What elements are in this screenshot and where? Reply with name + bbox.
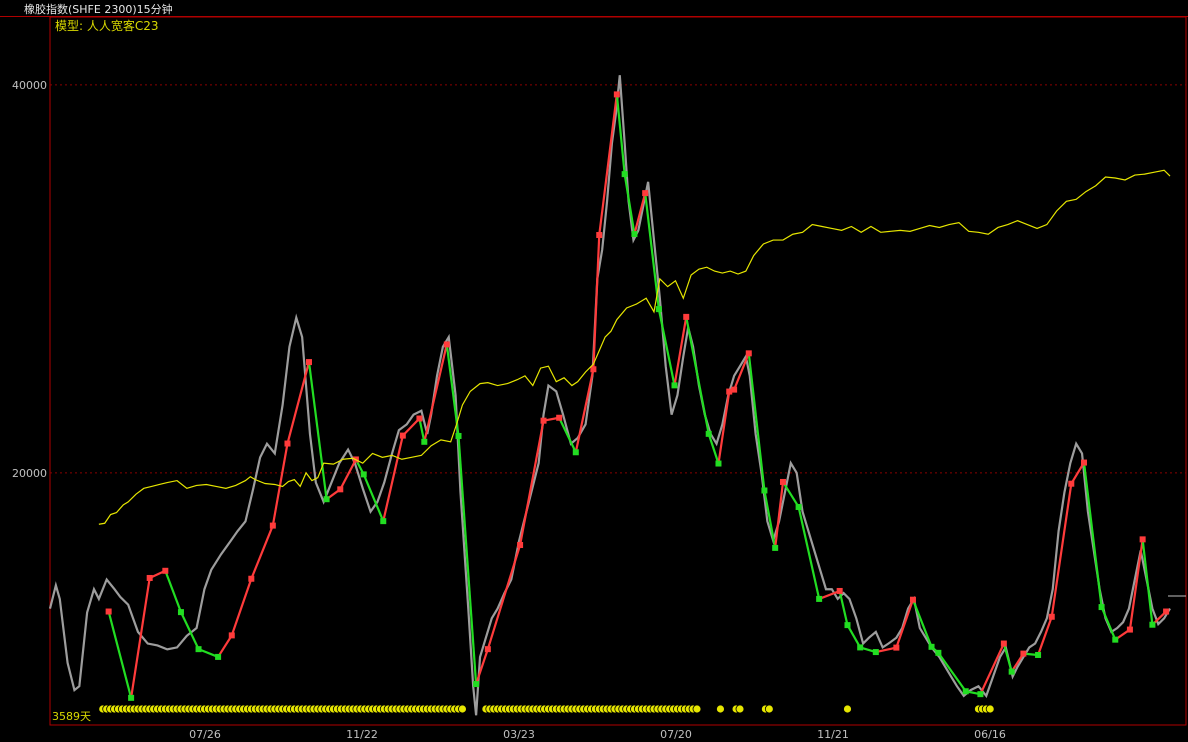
trade-marker bbox=[857, 644, 864, 651]
trade-marker bbox=[621, 171, 628, 178]
trade-marker bbox=[556, 414, 563, 421]
trade-marker bbox=[613, 91, 620, 98]
trade-marker bbox=[1112, 636, 1119, 643]
trade-marker bbox=[1048, 613, 1055, 620]
trade-marker bbox=[540, 417, 547, 424]
trade-marker bbox=[215, 653, 222, 660]
trade-marker bbox=[416, 415, 423, 422]
trade-marker bbox=[421, 438, 428, 445]
trade-marker bbox=[162, 567, 169, 574]
trade-marker bbox=[399, 432, 406, 439]
trade-marker bbox=[128, 694, 135, 701]
trade-marker bbox=[893, 644, 900, 651]
trade-marker bbox=[305, 359, 312, 366]
x-axis: 07/26 11/22 03/23 07/20 11/21 06/16 bbox=[189, 728, 1006, 741]
trade-marker bbox=[1068, 480, 1075, 487]
signal-marker bbox=[692, 704, 702, 714]
trade-marker bbox=[248, 575, 255, 582]
signal-marker bbox=[735, 704, 745, 714]
trade-marker bbox=[836, 587, 843, 594]
trade-marker bbox=[761, 487, 768, 494]
trade-marker bbox=[1139, 536, 1146, 543]
trade-marker bbox=[928, 643, 935, 650]
trade-marker bbox=[779, 478, 786, 485]
trade-marker bbox=[1008, 668, 1015, 675]
trade-marker bbox=[177, 609, 184, 616]
trade-marker bbox=[1020, 650, 1027, 657]
trade-marker bbox=[228, 632, 235, 639]
trade-marker bbox=[705, 430, 712, 437]
x-tick-label: 06/16 bbox=[974, 728, 1006, 741]
trade-marker bbox=[909, 596, 916, 603]
trade-marker bbox=[269, 522, 276, 529]
trade-marker bbox=[715, 460, 722, 467]
trade-marker bbox=[380, 518, 387, 525]
trade-marker bbox=[935, 649, 942, 656]
price-chart[interactable]: 20000 40000 07/26 11/22 03/23 07/20 11/21 06/1… bbox=[0, 0, 1188, 742]
trade-marker bbox=[105, 608, 112, 615]
x-tick-label: 03/23 bbox=[503, 728, 535, 741]
trade-marker bbox=[517, 541, 524, 548]
trade-marker bbox=[146, 574, 153, 581]
bar-count-label: 3589天 bbox=[52, 710, 91, 723]
trade-marker bbox=[745, 350, 752, 357]
signal-marker bbox=[716, 704, 725, 714]
trade-marker bbox=[671, 382, 678, 389]
trade-marker bbox=[872, 649, 879, 656]
trade-marker bbox=[772, 544, 779, 551]
plot-area bbox=[49, 16, 1187, 726]
trade-marker bbox=[1126, 626, 1133, 633]
trade-marker bbox=[572, 449, 579, 456]
trade-marker bbox=[962, 688, 969, 695]
trade-marker bbox=[455, 432, 462, 439]
y-tick-label: 20000 bbox=[12, 467, 47, 480]
trade-marker bbox=[731, 386, 738, 393]
trade-marker bbox=[1000, 640, 1007, 647]
x-tick-label: 07/26 bbox=[189, 728, 221, 741]
trade-marker bbox=[631, 231, 638, 238]
trade-marker bbox=[590, 366, 597, 373]
trade-marker bbox=[1098, 604, 1105, 611]
trade-marker bbox=[195, 646, 202, 653]
trade-marker bbox=[473, 681, 480, 688]
signal-marker bbox=[843, 704, 852, 714]
model-label: 模型: 人人宽客C23 bbox=[55, 18, 159, 33]
trade-marker bbox=[1035, 651, 1042, 658]
trade-marker bbox=[795, 503, 802, 510]
trade-marker bbox=[977, 691, 984, 698]
signal-marker bbox=[985, 704, 995, 714]
trade-marker bbox=[360, 471, 367, 478]
trade-marker bbox=[642, 190, 649, 197]
trade-marker bbox=[1080, 459, 1087, 466]
signal-marker bbox=[458, 704, 467, 714]
trade-marker bbox=[1149, 621, 1156, 628]
trade-marker bbox=[484, 646, 491, 653]
trade-marker bbox=[655, 306, 662, 313]
trade-marker bbox=[596, 232, 603, 239]
trade-marker bbox=[816, 595, 823, 602]
signal-marker bbox=[764, 704, 774, 714]
trade-marker bbox=[284, 440, 291, 447]
y-tick-label: 40000 bbox=[12, 79, 47, 92]
trade-marker bbox=[844, 622, 851, 629]
x-tick-label: 11/22 bbox=[346, 728, 378, 741]
trade-marker bbox=[1163, 608, 1170, 615]
trade-marker bbox=[683, 313, 690, 320]
y-axis: 20000 40000 bbox=[12, 79, 47, 480]
trade-marker bbox=[337, 486, 344, 493]
x-tick-label: 07/20 bbox=[660, 728, 692, 741]
trade-marker bbox=[443, 341, 450, 348]
x-tick-label: 11/21 bbox=[817, 728, 849, 741]
trade-marker bbox=[323, 496, 330, 503]
